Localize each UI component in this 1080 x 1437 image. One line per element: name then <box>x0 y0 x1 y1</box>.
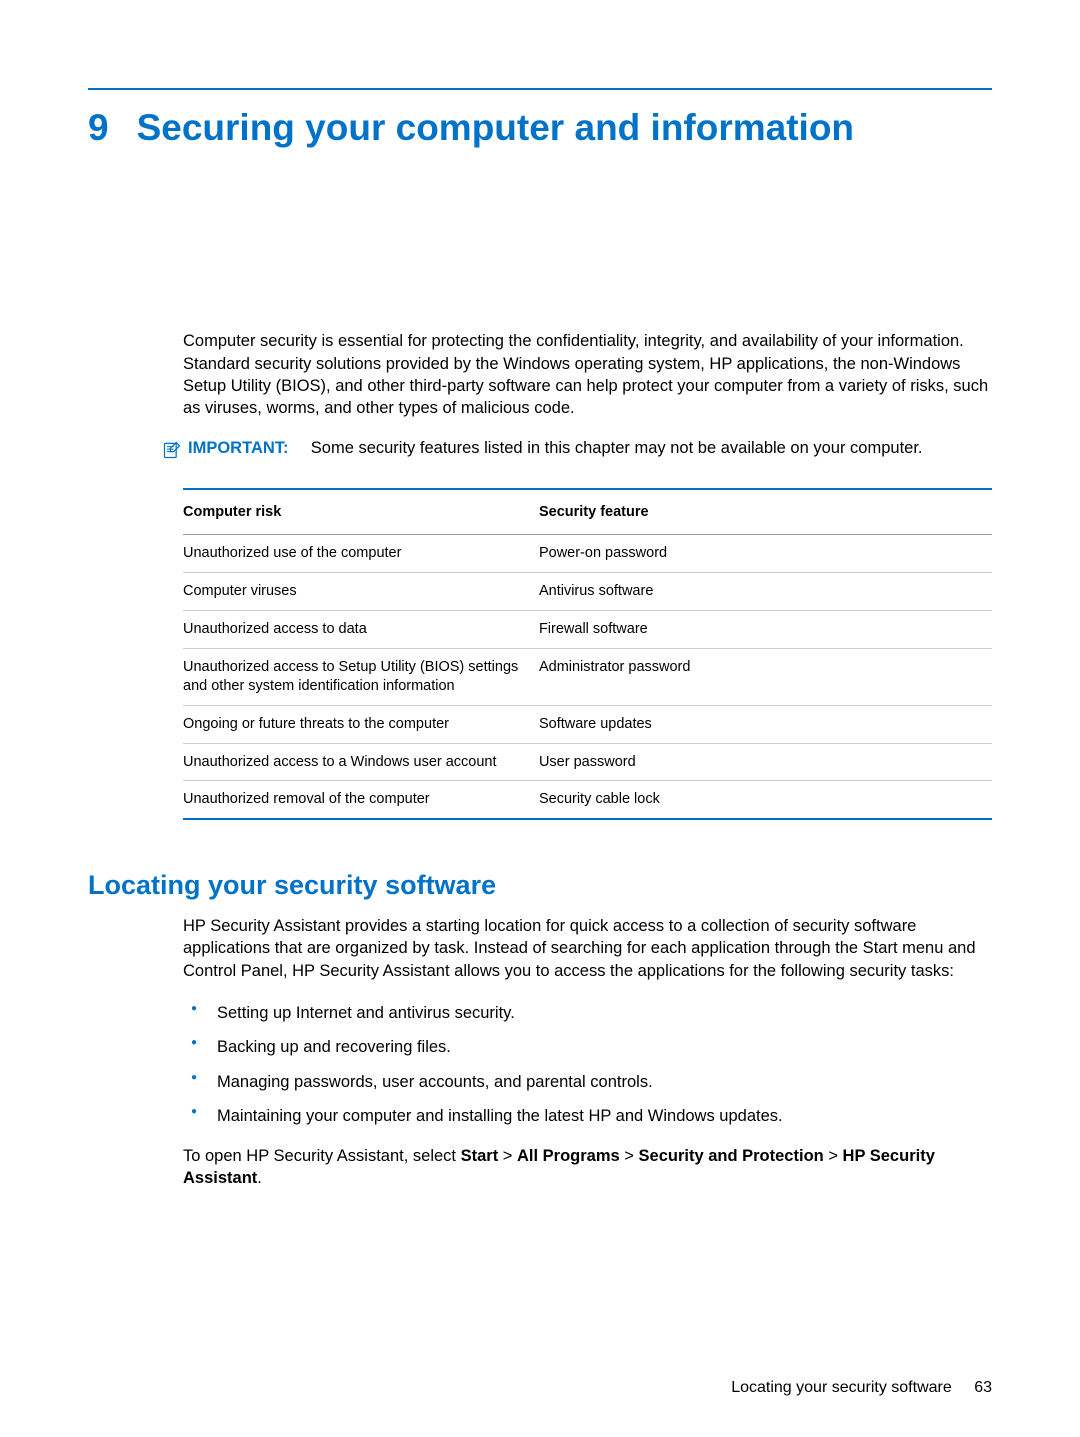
important-text: Some security features listed in this ch… <box>311 439 923 457</box>
table-row: Unauthorized access to a Windows user ac… <box>183 743 992 781</box>
footer-text: Locating your security software <box>731 1379 952 1396</box>
document-page: 9 Securing your computer and information… <box>0 0 1080 1250</box>
bullet-list: Setting up Internet and antivirus securi… <box>183 1002 992 1127</box>
table-row: Unauthorized removal of the computerSecu… <box>183 781 992 818</box>
table-cell-feature: Software updates <box>539 705 992 743</box>
section-heading: Locating your security software <box>88 870 992 901</box>
closing-bold-part: All Programs <box>517 1147 620 1165</box>
closing-bold-part: Start <box>461 1147 499 1165</box>
chapter-number: 9 <box>88 106 109 150</box>
table-header-row: Computer risk Security feature <box>183 490 992 535</box>
table-cell-risk: Unauthorized removal of the computer <box>183 781 539 818</box>
chapter-header: 9 Securing your computer and information <box>88 106 992 150</box>
table-cell-risk: Unauthorized access to Setup Utility (BI… <box>183 648 539 705</box>
table-header-feature: Security feature <box>539 490 992 535</box>
closing-text-part: To open HP Security Assistant, select <box>183 1147 461 1165</box>
table-cell-feature: Firewall software <box>539 611 992 649</box>
important-callout: IMPORTANT: Some security features listed… <box>162 439 992 460</box>
table-cell-feature: Administrator password <box>539 648 992 705</box>
list-item: Maintaining your computer and installing… <box>183 1105 992 1127</box>
table-header-risk: Computer risk <box>183 490 539 535</box>
page-footer: Locating your security software 63 <box>731 1379 992 1397</box>
closing-text-part: > <box>620 1147 639 1165</box>
footer-page-number: 63 <box>974 1379 992 1396</box>
closing-text-part: > <box>824 1147 843 1165</box>
table-cell-risk: Unauthorized use of the computer <box>183 535 539 573</box>
chapter-rule <box>88 88 992 90</box>
table-cell-feature: Antivirus software <box>539 573 992 611</box>
table-row: Ongoing or future threats to the compute… <box>183 705 992 743</box>
table-cell-feature: Power-on password <box>539 535 992 573</box>
table-cell-risk: Unauthorized access to a Windows user ac… <box>183 743 539 781</box>
table-cell-risk: Computer viruses <box>183 573 539 611</box>
chapter-title: Securing your computer and information <box>137 106 854 150</box>
table-row: Unauthorized access to dataFirewall soft… <box>183 611 992 649</box>
table-body: Unauthorized use of the computerPower-on… <box>183 535 992 818</box>
section-body: HP Security Assistant provides a startin… <box>183 915 992 982</box>
table-row: Unauthorized access to Setup Utility (BI… <box>183 648 992 705</box>
important-content: IMPORTANT: Some security features listed… <box>188 439 923 458</box>
list-item: Backing up and recovering files. <box>183 1036 992 1058</box>
table-cell-risk: Ongoing or future threats to the compute… <box>183 705 539 743</box>
list-item: Setting up Internet and antivirus securi… <box>183 1002 992 1024</box>
intro-paragraph: Computer security is essential for prote… <box>183 330 992 419</box>
closing-paragraph: To open HP Security Assistant, select St… <box>183 1145 992 1190</box>
important-spacer <box>293 440 306 457</box>
table-cell-risk: Unauthorized access to data <box>183 611 539 649</box>
important-icon <box>162 440 182 460</box>
closing-bold-part: Security and Protection <box>639 1147 824 1165</box>
important-label: IMPORTANT: <box>188 439 289 457</box>
closing-text-part: > <box>498 1147 517 1165</box>
table-row: Unauthorized use of the computerPower-on… <box>183 535 992 573</box>
table-cell-feature: User password <box>539 743 992 781</box>
list-item: Managing passwords, user accounts, and p… <box>183 1071 992 1093</box>
table-cell-feature: Security cable lock <box>539 781 992 818</box>
closing-text-part: . <box>257 1169 262 1187</box>
risk-table: Computer risk Security feature Unauthori… <box>183 488 992 820</box>
table-row: Computer virusesAntivirus software <box>183 573 992 611</box>
